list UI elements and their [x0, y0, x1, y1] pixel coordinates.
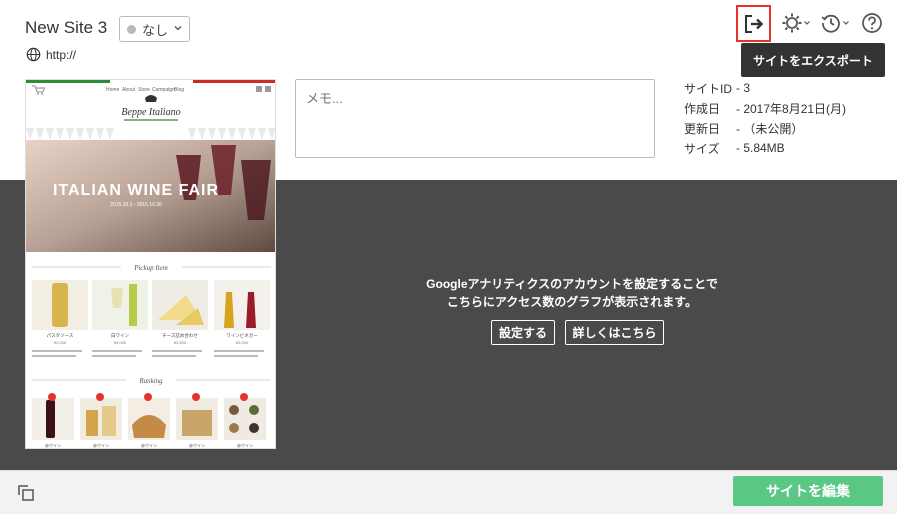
history-button[interactable] [818, 10, 852, 36]
preview-pickup-price: ¥3,500 [174, 340, 187, 345]
preview-twitter-icon [256, 86, 262, 92]
meta-size: サイズ - 5.84MB [684, 138, 846, 158]
analytics-details-button[interactable]: 詳しくはこちら [565, 320, 664, 345]
status-dot-icon [127, 24, 136, 34]
globe-icon [26, 47, 41, 62]
help-button[interactable] [860, 10, 884, 36]
history-icon [821, 14, 840, 33]
preview-nav-item: Campaign [152, 87, 175, 93]
site-preview-thumbnail[interactable]: Home About Store Campaign Blog Beppe Ita… [25, 79, 276, 449]
meta-label: 作成日 [684, 101, 721, 116]
footer-bar: サイトを編集 [0, 470, 897, 514]
preview-pickup-name: ワインビネガー [226, 332, 258, 339]
analytics-message-line: Googleアナリティクスのアカウントを設定することで [426, 277, 718, 291]
preview-pickup-name: パスタソース [47, 332, 74, 339]
export-icon [744, 14, 763, 33]
preview-ranking-item: 赤ワイン [80, 393, 122, 448]
analytics-setup-button[interactable]: 設定する [491, 320, 555, 345]
preview-nav-item: Blog [174, 87, 184, 93]
preview-ranking-item: 赤ワイン [176, 393, 218, 448]
preview-ranking-name: 赤ワイン [141, 443, 157, 448]
status-value: なし [142, 22, 169, 38]
preview-pickup-item: チーズ詰め合わせ ¥3,500 [152, 280, 208, 345]
preview-ranking-name: 赤ワイン [237, 443, 253, 448]
export-tooltip: サイトをエクスポート [741, 43, 885, 77]
help-icon [862, 13, 882, 33]
site-url[interactable]: http:// [46, 48, 76, 62]
gear-icon [782, 13, 802, 33]
meta-value: - （未公開） [736, 121, 804, 136]
export-button[interactable] [736, 5, 771, 42]
preview-pickup-price: ¥2,000 [236, 340, 249, 345]
preview-ranking-item: 赤ワイン [224, 393, 266, 448]
analytics-message: Googleアナリティクスのアカウントを設定することで こちらにアクセス数のグラ… [300, 275, 844, 311]
preview-pickup-heading: Pickup Item [133, 264, 168, 272]
chevron-down-icon [174, 26, 182, 31]
preview-ranking-item: 赤ワイン [128, 393, 170, 448]
preview-ranking-name: 赤ワイン [189, 443, 205, 448]
meta-label: サイトID [684, 81, 733, 96]
analytics-message-line: こちらにアクセス数のグラフが表示されます。 [446, 295, 698, 309]
preview-pickup-name: チーズ詰め合わせ [162, 332, 198, 339]
preview-ranking-name: 赤ワイン [93, 443, 109, 448]
preview-cart-icon [32, 85, 46, 95]
preview-pickup-price: ¥2,000 [54, 340, 67, 345]
meta-label: サイズ [684, 141, 720, 156]
meta-value: - 5.84MB [736, 141, 785, 155]
preview-pickup-item: ワインビネガー ¥2,000 [214, 280, 270, 345]
meta-label: 更新日 [684, 121, 721, 136]
preview-pickup-name: 白ワイン [111, 332, 129, 339]
status-select[interactable]: なし [119, 16, 190, 42]
site-meta: サイトID - 3 作成日 - 2017年8月21日(月) 更新日 - （未公開… [684, 78, 846, 158]
settings-button[interactable] [780, 10, 812, 36]
duplicate-icon[interactable] [16, 483, 36, 503]
chevron-down-icon [843, 21, 849, 25]
memo-input[interactable] [295, 79, 655, 158]
preview-logo: Beppe Italiano [121, 95, 181, 118]
preview-logo-text: Beppe Italiano [121, 107, 180, 118]
preview-pickup-item: 白ワイン ¥4,000 [92, 280, 148, 345]
meta-updated: 更新日 - （未公開） [684, 118, 846, 138]
site-preview-image: Home About Store Campaign Blog Beppe Ita… [26, 80, 275, 448]
preview-bunting [26, 128, 275, 140]
meta-created: 作成日 - 2017年8月21日(月) [684, 98, 846, 118]
edit-site-button[interactable]: サイトを編集 [733, 476, 883, 506]
preview-nav-item: Store [138, 87, 150, 93]
preview-ranking-name: 赤ワイン [45, 443, 61, 448]
preview-nav-item: Home [106, 87, 120, 93]
meta-value: - 3 [736, 81, 751, 95]
site-title: New Site 3 [25, 18, 108, 37]
chevron-down-icon [804, 21, 810, 25]
preview-hero-title: ITALIAN WINE FAIR [53, 182, 219, 199]
preview-ranking-heading: Ranking [138, 377, 163, 385]
preview-ranking-item: 赤ワイン [32, 393, 74, 448]
preview-pickup-item: パスタソース ¥2,000 [32, 280, 88, 345]
preview-facebook-icon [265, 86, 271, 92]
preview-pickup-price: ¥4,000 [114, 340, 127, 345]
meta-value: - 2017年8月21日(月) [736, 101, 847, 116]
site-url-row: http:// [26, 47, 76, 62]
preview-hero-dates: 2015.10.1 - 2015.10.30 [110, 202, 162, 208]
preview-nav-item: About [122, 87, 136, 93]
meta-site-id: サイトID - 3 [684, 78, 846, 98]
